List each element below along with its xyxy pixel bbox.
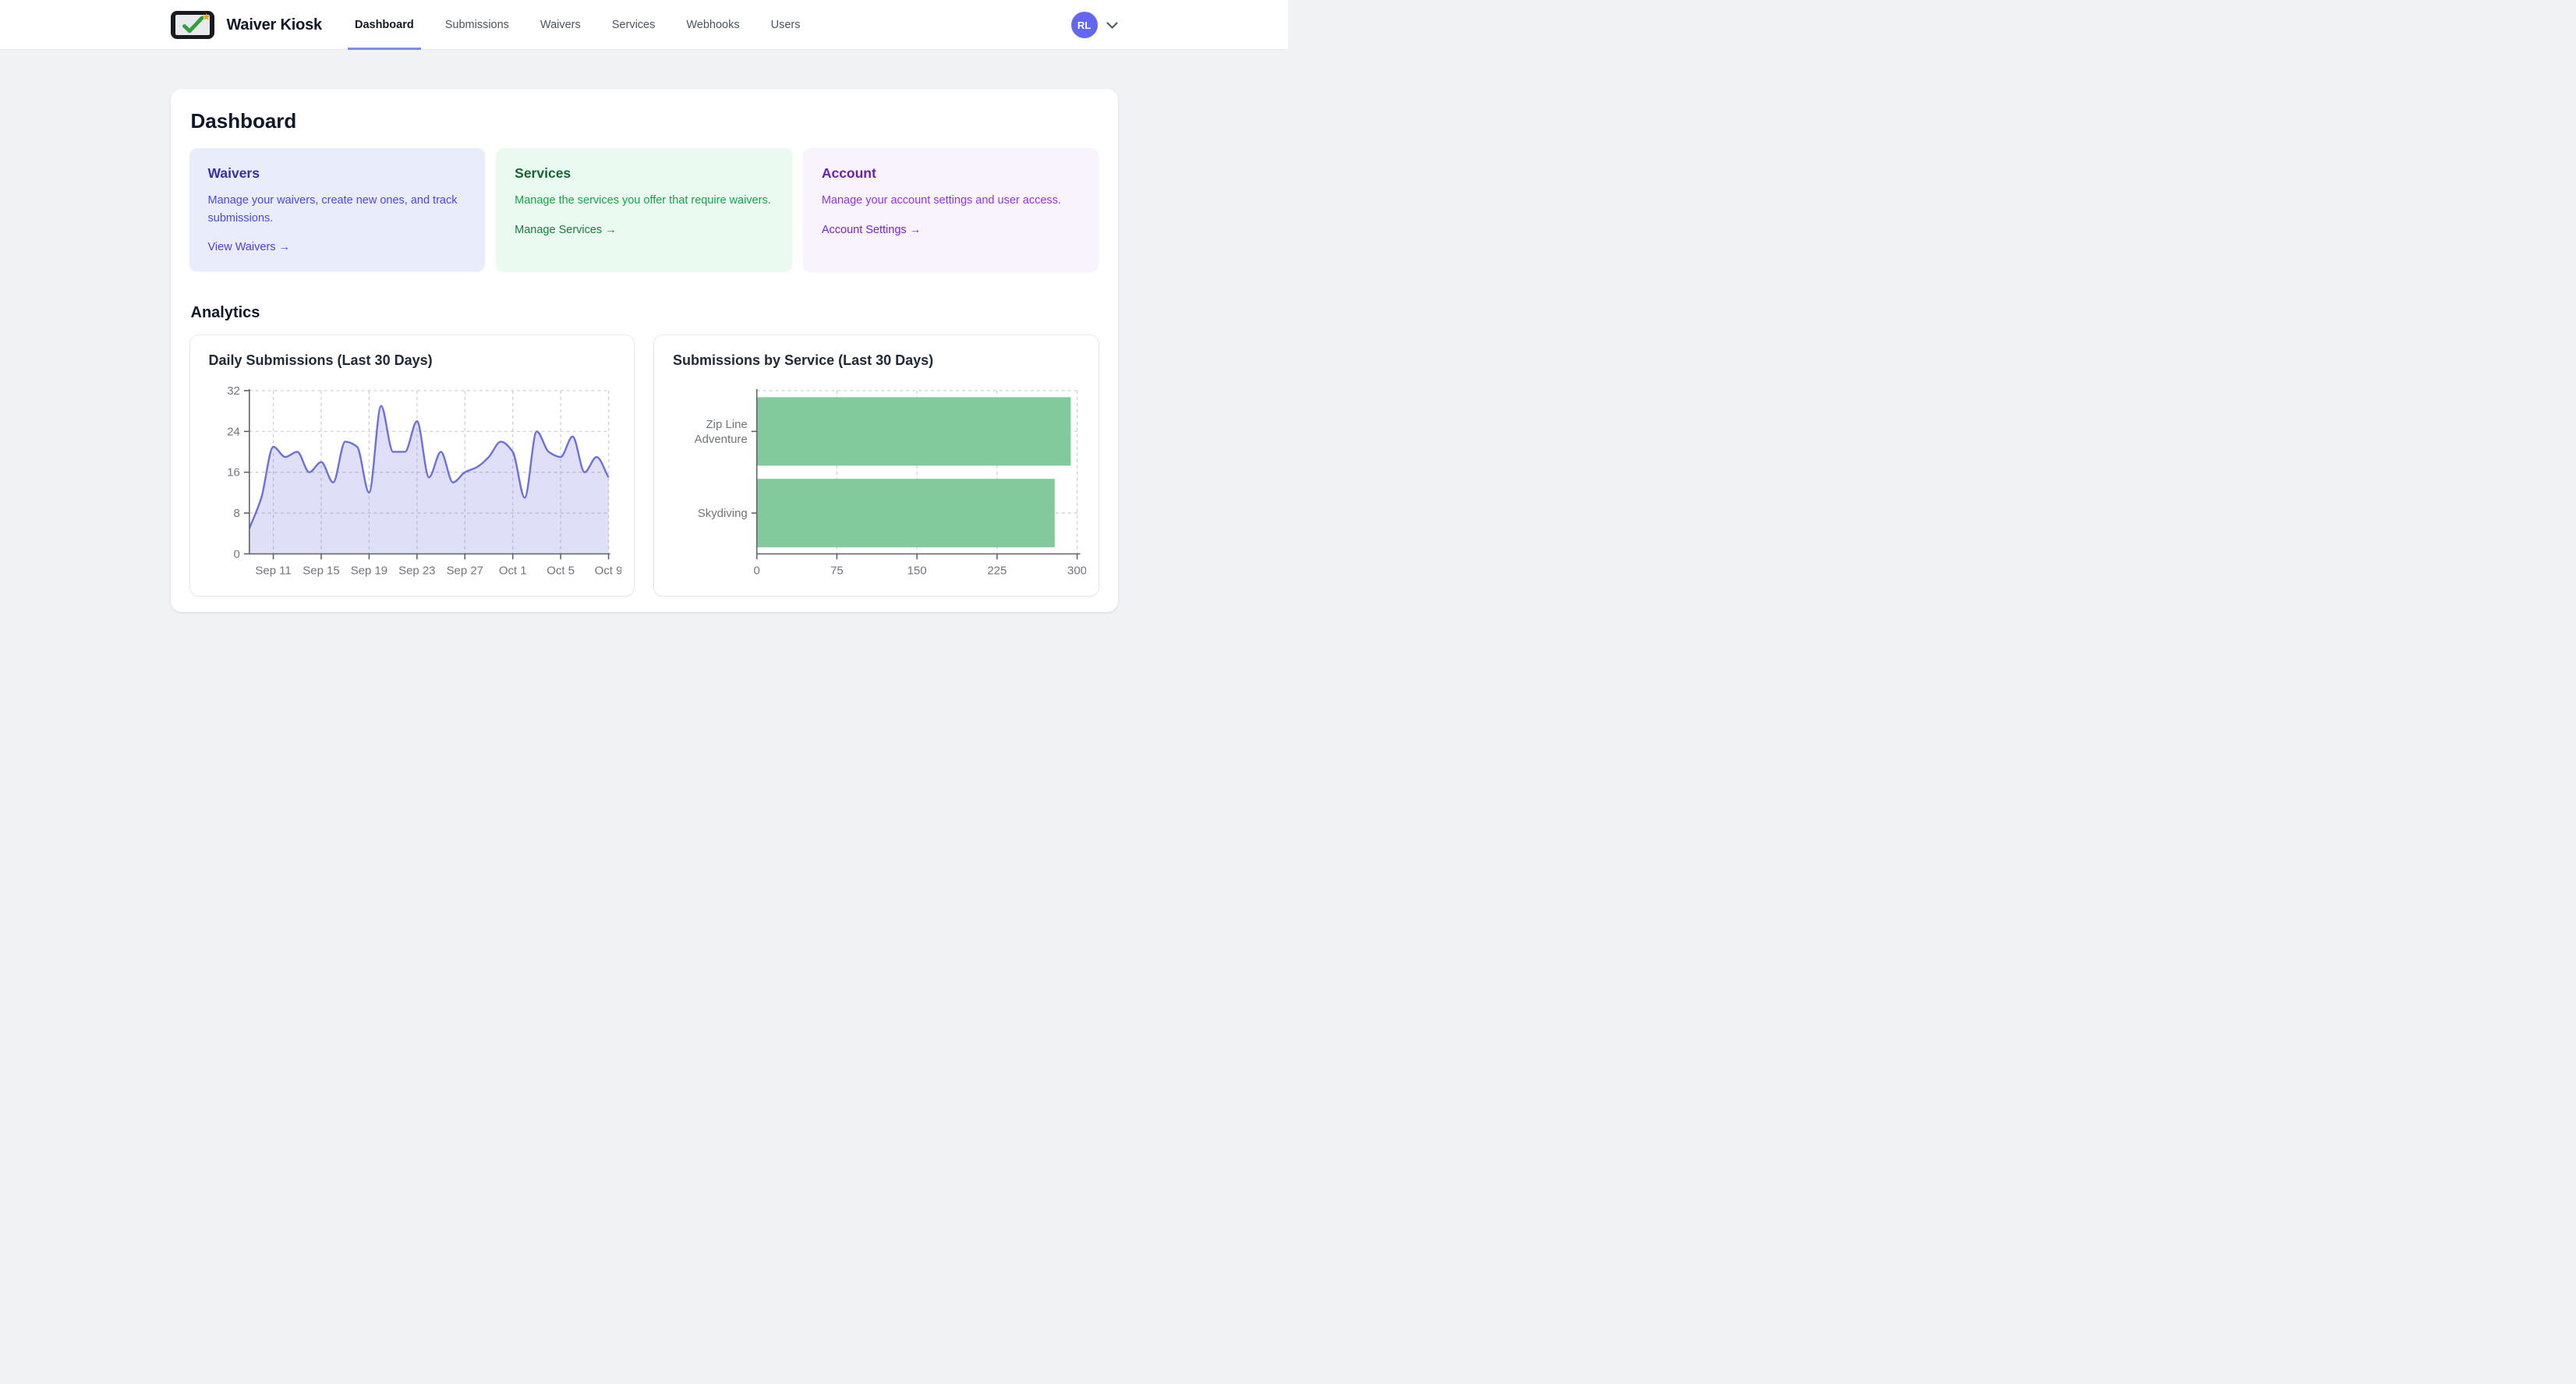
app-header: ★ Waiver Kiosk Dashboard Submissions Waive… — [0, 0, 1288, 50]
svg-text:75: 75 — [830, 564, 844, 577]
chart-title: Submissions by Service (Last 30 Days) — [673, 352, 1086, 369]
avatar[interactable]: RL — [1071, 12, 1098, 38]
svg-text:Adventure: Adventure — [695, 433, 748, 446]
main-content: Dashboard Waivers Manage your waivers, cr… — [171, 89, 1118, 612]
account-card-link[interactable]: Account Settings → — [822, 224, 921, 236]
star-icon: ★ — [202, 12, 211, 22]
svg-text:150: 150 — [908, 564, 927, 577]
nav-item-webhooks[interactable]: Webhooks — [686, 0, 739, 50]
waivers-card-description: Manage your waivers, create new ones, an… — [208, 192, 467, 227]
svg-text:Oct 1: Oct 1 — [498, 564, 526, 577]
svg-text:Zip Line: Zip Line — [706, 418, 748, 431]
account-card: Account Manage your account settings and … — [803, 148, 1099, 271]
account-card-description: Manage your account settings and user ac… — [822, 192, 1081, 210]
chevron-down-icon[interactable] — [1106, 22, 1118, 29]
primary-nav: Dashboard Submissions Waivers Services Webho… — [355, 0, 832, 50]
page-title: Dashboard — [191, 109, 1099, 133]
waivers-card-title: Waivers — [208, 165, 467, 182]
svg-text:0: 0 — [754, 564, 760, 577]
bar-skydiving — [757, 479, 1055, 547]
charts-row: Daily Submissions (Last 30 Days) 0 8 16 24 3… — [189, 334, 1099, 596]
summary-cards: Waivers Manage your waivers, create new o… — [189, 148, 1099, 271]
svg-text:Sep 23: Sep 23 — [398, 564, 435, 577]
waivers-card-link[interactable]: View Waivers → — [208, 241, 291, 253]
svg-text:Oct 5: Oct 5 — [547, 564, 575, 577]
services-card-description: Manage the services you offer that requi… — [515, 192, 773, 210]
account-card-title: Account — [822, 165, 1081, 182]
svg-text:Sep 15: Sep 15 — [303, 564, 339, 577]
svg-text:Sep 27: Sep 27 — [446, 564, 483, 577]
svg-text:0: 0 — [233, 547, 239, 561]
dashboard-panel: Dashboard Waivers Manage your waivers, cr… — [171, 89, 1118, 612]
area-fill — [249, 406, 608, 554]
svg-text:32: 32 — [227, 384, 240, 398]
services-card: Services Manage the services you offer th… — [496, 148, 792, 271]
nav-item-services[interactable]: Services — [612, 0, 656, 50]
chart-title: Daily Submissions (Last 30 Days) — [209, 352, 622, 369]
submissions-by-service-chart-card: Submissions by Service (Last 30 Days) Zi… — [653, 334, 1099, 596]
nav-item-submissions[interactable]: Submissions — [445, 0, 509, 50]
svg-text:300: 300 — [1067, 564, 1085, 577]
daily-submissions-chart-card: Daily Submissions (Last 30 Days) 0 8 16 24 3… — [189, 334, 635, 596]
services-card-title: Services — [515, 165, 773, 182]
svg-text:8: 8 — [233, 507, 239, 520]
app-logo: ★ — [171, 11, 214, 39]
brand-title: Waiver Kiosk — [227, 16, 322, 34]
nav-item-waivers[interactable]: Waivers — [540, 0, 581, 50]
svg-text:16: 16 — [227, 466, 240, 480]
services-card-link[interactable]: Manage Services → — [515, 224, 617, 236]
nav-item-dashboard[interactable]: Dashboard — [355, 0, 414, 50]
svg-text:Skydiving: Skydiving — [698, 507, 748, 520]
daily-submissions-area-chart: 0 8 16 24 32 Sep 11 Sep 15 Sep 19 Sep 23 Sep 27 Oc… — [203, 378, 622, 589]
nav-item-users[interactable]: Users — [771, 0, 801, 50]
analytics-heading: Analytics — [191, 304, 1099, 322]
svg-text:Sep 19: Sep 19 — [350, 564, 387, 577]
bar-zip-line-adventure — [757, 397, 1071, 465]
svg-text:225: 225 — [987, 564, 1007, 577]
svg-text:Oct 9: Oct 9 — [594, 564, 621, 577]
svg-text:Sep 11: Sep 11 — [255, 564, 291, 577]
submissions-by-service-bar-chart: Zip Line Adventure Skydiving 0 75 150 225 300 — [667, 378, 1086, 589]
waivers-card: Waivers Manage your waivers, create new o… — [189, 148, 486, 271]
svg-text:24: 24 — [227, 425, 240, 438]
header-inner: ★ Waiver Kiosk Dashboard Submissions Waive… — [171, 0, 1118, 50]
